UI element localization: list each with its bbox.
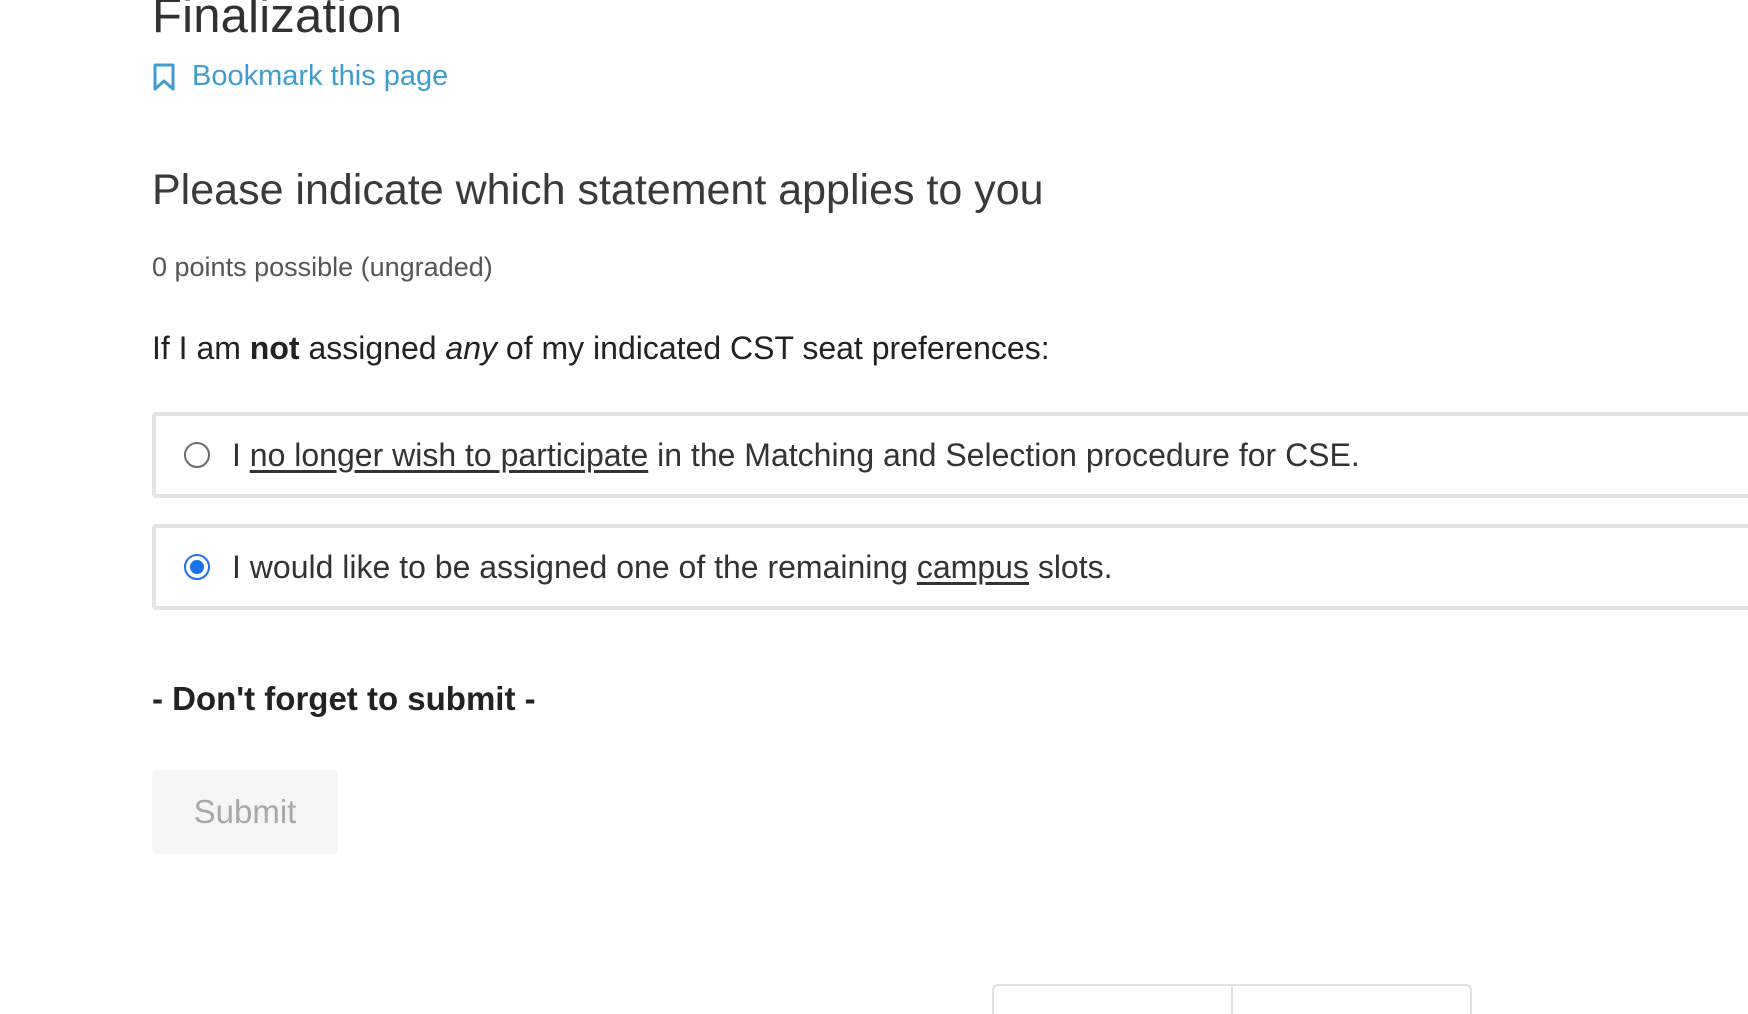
bookmark-link[interactable]: Bookmark this page: [152, 60, 448, 93]
submit-button[interactable]: Submit: [152, 770, 338, 854]
prompt-text-middle: assigned: [299, 330, 446, 366]
previous-nav-button[interactable]: [994, 986, 1231, 1014]
option-2-prefix: I would like to be assigned one of the r…: [232, 548, 917, 585]
option-no-longer-participate[interactable]: I no longer wish to participate in the M…: [152, 412, 1748, 498]
option-2-underlined: campus: [916, 548, 1029, 585]
bookmark-label: Bookmark this page: [192, 60, 449, 92]
option-1-underlined: no longer wish to participate: [249, 436, 649, 473]
page-content: Finalization Bookmark this page Please i…: [152, 0, 1748, 1014]
bookmark-icon: [152, 62, 176, 92]
prompt-italic-word: any: [445, 330, 498, 366]
submit-reminder: - Don't forget to submit -: [152, 680, 536, 717]
prompt-text-start: If I am: [152, 330, 250, 366]
prompt-bold-word: not: [249, 330, 300, 366]
page-title: Finalization: [152, 0, 403, 43]
radio-button-campus[interactable]: [184, 554, 210, 580]
question-heading: Please indicate which statement applies …: [152, 166, 1044, 214]
prompt-text-end: of my indicated CST seat preferences:: [497, 330, 1050, 366]
question-prompt: If I am not assigned any of my indicated…: [152, 330, 1050, 367]
radio-button-opt-out[interactable]: [184, 442, 210, 468]
option-1-prefix: I: [232, 436, 250, 473]
option-1-suffix: in the Matching and Selection procedure …: [648, 436, 1360, 473]
option-campus-slot[interactable]: I would like to be assigned one of the r…: [152, 524, 1748, 610]
bottom-navigation: [992, 984, 1472, 1014]
next-nav-button[interactable]: [1231, 986, 1470, 1014]
option-label-campus: I would like to be assigned one of the r…: [232, 549, 1113, 586]
points-info: 0 points possible (ungraded): [152, 252, 493, 282]
option-2-suffix: slots.: [1028, 548, 1113, 585]
option-label-opt-out: I no longer wish to participate in the M…: [232, 437, 1360, 474]
